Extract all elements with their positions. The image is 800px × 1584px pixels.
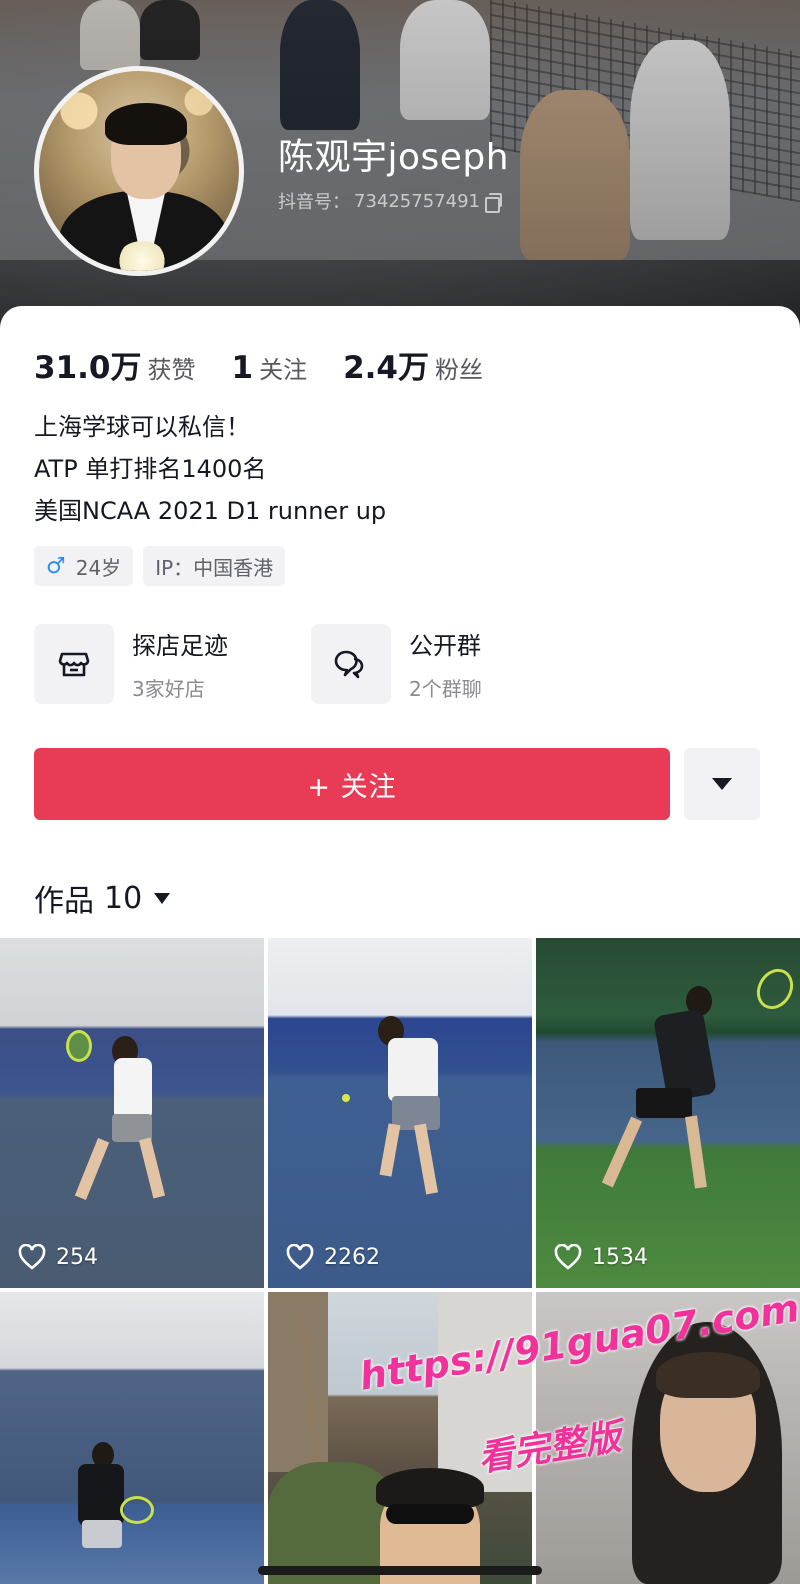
like-count: 2262 — [286, 1244, 380, 1270]
video-thumbnail[interactable] — [0, 1292, 264, 1584]
player-shirt — [388, 1038, 438, 1102]
feature-subtitle: 2个群聊 — [409, 677, 482, 701]
stat-likes[interactable]: 31.0万 获赞 — [34, 342, 196, 387]
shop-icon — [34, 624, 114, 704]
racket — [749, 962, 800, 1016]
heart-icon — [554, 1244, 582, 1270]
profile-cover: 陈观宇joseph 抖音号： 73425757491 — [0, 0, 800, 330]
stat-value: 31.0万 — [34, 350, 142, 386]
video-thumbnail[interactable]: 1534 — [536, 938, 800, 1288]
stat-followers[interactable]: 2.4万 粉丝 — [343, 342, 483, 387]
feature-entries: 探店足迹 3家好店 公开群 2个群聊 — [34, 624, 774, 704]
ip-text: IP：中国香港 — [155, 555, 274, 580]
more-options-button[interactable] — [684, 748, 760, 820]
racket — [66, 1030, 92, 1062]
home-indicator[interactable] — [258, 1566, 542, 1575]
stat-label: 关注 — [259, 356, 308, 384]
works-count: 10 — [104, 880, 143, 916]
player-shirt — [114, 1058, 152, 1120]
feature-title: 公开群 — [409, 632, 481, 660]
age-text: 24岁 — [75, 555, 122, 580]
douyin-id-value: 73425757491 — [354, 190, 480, 212]
player-leg — [74, 1138, 110, 1200]
bio: 上海学球可以私信！ ATP 单打排名1400名 美国NCAA 2021 D1 r… — [34, 406, 386, 532]
like-number: 254 — [56, 1244, 98, 1270]
heart-icon — [18, 1244, 46, 1270]
feature-public-groups[interactable]: 公开群 2个群聊 — [311, 624, 588, 704]
stat-label: 粉丝 — [435, 356, 483, 384]
avatar[interactable] — [34, 66, 244, 276]
douyin-id-label: 抖音号： — [278, 192, 350, 213]
player-leg — [685, 1115, 707, 1189]
copy-icon[interactable] — [484, 192, 502, 213]
video-thumbnail[interactable]: 254 — [0, 938, 264, 1288]
username: 陈观宇joseph — [278, 137, 510, 178]
person-hair — [376, 1468, 484, 1508]
ip-tag: IP：中国香港 — [143, 546, 286, 586]
works-tab[interactable]: 作品 10 — [34, 876, 171, 920]
like-count: 1534 — [554, 1244, 648, 1270]
feature-title: 探店足迹 — [132, 632, 228, 660]
works-label: 作品 — [34, 884, 94, 919]
player-shorts — [636, 1088, 692, 1118]
bio-line: ATP 单打排名1400名 — [34, 455, 267, 483]
like-number: 2262 — [324, 1244, 380, 1270]
profile-tags: ♂ 24岁 IP：中国香港 — [34, 546, 286, 586]
player-leg — [138, 1137, 166, 1199]
tennis-ball — [342, 1094, 350, 1102]
avatar-flower — [117, 241, 167, 271]
stat-following[interactable]: 1 关注 — [232, 350, 308, 386]
video-thumbnail[interactable]: 2262 — [268, 938, 532, 1288]
follow-button[interactable]: + 关注 — [34, 748, 670, 820]
chat-icon — [311, 624, 391, 704]
action-row: + 关注 — [34, 748, 767, 820]
racket — [120, 1496, 154, 1524]
dropdown-arrow-icon — [712, 778, 732, 790]
player-leg — [601, 1116, 643, 1188]
bio-line: 美国NCAA 2021 D1 runner up — [34, 497, 387, 525]
heart-icon — [286, 1244, 314, 1270]
stats-row: 31.0万 获赞 1 关注 2.4万 粉丝 — [34, 342, 519, 387]
sunglasses — [386, 1504, 474, 1524]
feature-subtitle: 3家好店 — [132, 677, 205, 701]
video-grid: 254 2262 1534 — [0, 938, 800, 1584]
feature-store-visits[interactable]: 探店足迹 3家好店 — [34, 624, 311, 704]
age-tag: ♂ 24岁 — [34, 546, 134, 586]
person-hair — [656, 1352, 760, 1398]
player-leg — [379, 1123, 401, 1177]
player-shorts — [82, 1520, 122, 1548]
avatar-hair — [105, 103, 187, 145]
like-count: 254 — [18, 1244, 98, 1270]
bio-line: 上海学球可以私信！ — [34, 413, 250, 441]
player-shirt — [78, 1464, 124, 1526]
male-gender-icon: ♂ — [46, 553, 66, 579]
works-dropdown-icon — [154, 892, 171, 904]
stat-value: 1 — [231, 350, 254, 386]
like-number: 1534 — [592, 1244, 648, 1270]
player-leg — [414, 1123, 438, 1195]
stat-value: 2.4万 — [343, 350, 429, 386]
douyin-id[interactable]: 抖音号： 73425757491 — [278, 188, 502, 214]
stat-label: 获赞 — [147, 356, 196, 384]
